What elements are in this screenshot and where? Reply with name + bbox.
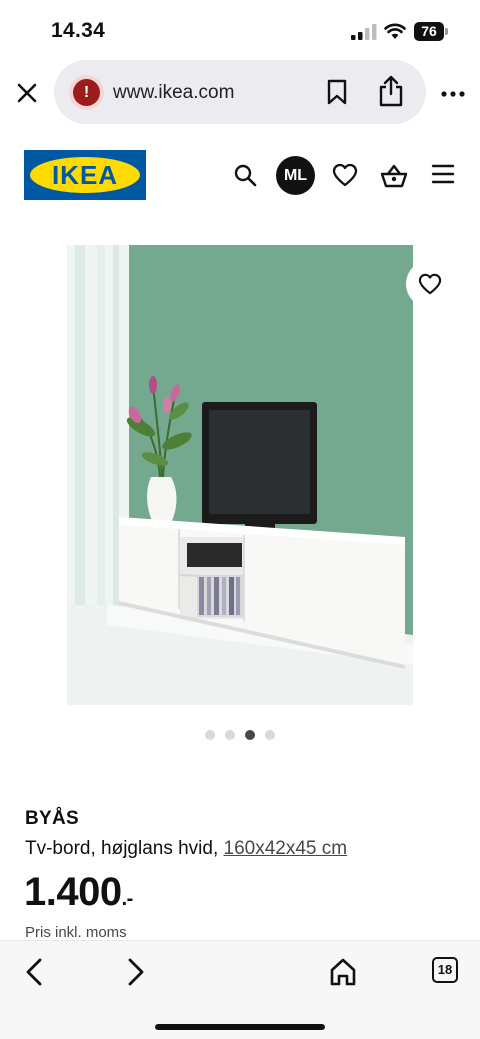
share-icon[interactable] (377, 75, 405, 107)
price-note: Pris inkl. moms (25, 924, 127, 941)
product-name: BYÅS (25, 808, 79, 829)
avatar[interactable]: ML (276, 156, 315, 195)
ikea-logo[interactable]: IKEA (24, 150, 146, 200)
status-time: 14.34 (51, 19, 106, 42)
product-description: Tv-bord, højglans hvid, 160x42x45 cm (25, 838, 347, 860)
forward-icon[interactable] (124, 957, 148, 987)
product-dimensions-link[interactable]: 160x42x45 cm (224, 838, 348, 859)
address-bar[interactable]: www.ikea.com (54, 60, 426, 124)
browser-toolbar: 18 (0, 940, 480, 1039)
home-icon[interactable] (329, 957, 357, 987)
site-header: IKEA ML (0, 150, 480, 202)
ikea-logo-oval: IKEA (30, 157, 140, 193)
carousel-dot[interactable] (225, 730, 235, 740)
search-icon[interactable] (233, 163, 257, 187)
more-icon[interactable] (440, 82, 466, 106)
url-text[interactable]: www.ikea.com (113, 82, 234, 104)
carousel-dot[interactable] (265, 730, 275, 740)
favorite-button[interactable] (406, 260, 454, 308)
product-photo-tv-bench (67, 245, 413, 705)
tabs-button[interactable]: 18 (432, 957, 458, 983)
shopping-basket-icon[interactable] (380, 163, 408, 189)
hamburger-menu-icon[interactable] (431, 163, 455, 185)
product-image[interactable] (67, 245, 413, 705)
cellular-signal-icon (351, 24, 377, 40)
bookmark-icon[interactable] (326, 79, 348, 105)
heart-icon (418, 273, 442, 295)
heart-icon[interactable] (332, 163, 358, 187)
battery-cap (445, 28, 448, 35)
price-main: 1.400 (24, 870, 122, 914)
status-bar: 14.34 76 (0, 0, 480, 62)
wifi-icon (384, 23, 406, 39)
carousel-dot-active[interactable] (245, 730, 255, 740)
battery-level: 76 (414, 22, 444, 41)
price-suffix: .- (121, 888, 134, 910)
carousel-dots (205, 730, 277, 740)
product-price: 1.400.- (24, 870, 133, 915)
back-icon[interactable] (22, 957, 46, 987)
image-side-panel (413, 245, 480, 705)
product-description-text: Tv-bord, højglans hvid, (25, 838, 224, 859)
site-warning-icon[interactable] (73, 79, 100, 106)
close-icon[interactable] (14, 80, 40, 106)
browser-bar: www.ikea.com (0, 60, 480, 126)
ikea-logo-text: IKEA (51, 160, 119, 190)
home-indicator (155, 1024, 325, 1030)
carousel-dot[interactable] (205, 730, 215, 740)
battery-indicator: 76 (414, 22, 448, 41)
